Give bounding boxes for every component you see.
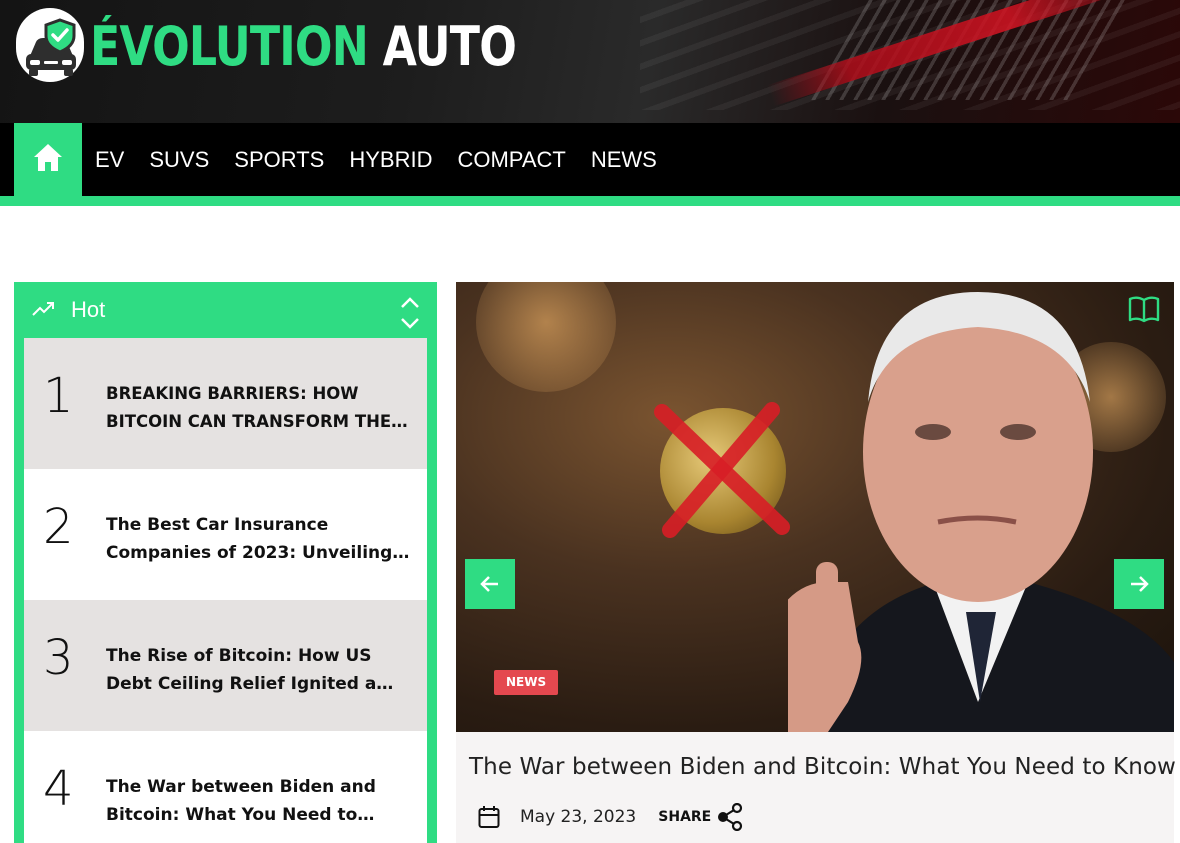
nav-item-ev[interactable]: EV (95, 147, 124, 173)
nav-item-suvs[interactable]: SUVS (149, 147, 209, 173)
hot-list-item[interactable]: 4 The War between Biden and Bitcoin: Wha… (24, 731, 427, 843)
bokeh-light (476, 282, 616, 392)
share-icon[interactable] (717, 803, 743, 831)
arrow-left-icon (480, 576, 498, 592)
hot-item-title[interactable]: The War between Biden and Bitcoin: What … (106, 773, 411, 829)
nav-item-hybrid[interactable]: HYBRID (349, 147, 432, 173)
person-photo (788, 292, 1174, 732)
share-label[interactable]: SHARE (658, 809, 711, 825)
featured-article-title[interactable]: The War between Biden and Bitcoin: What … (469, 754, 1176, 780)
header-banner: ÉVOLUTION AUTO (0, 0, 1180, 123)
book-icon[interactable] (1128, 295, 1160, 323)
site-logo-text[interactable]: ÉVOLUTION AUTO (90, 15, 517, 78)
featured-article-image[interactable] (456, 282, 1174, 732)
hot-list: 1 BREAKING BARRIERS: HOW BITCOIN CAN TRA… (24, 338, 427, 843)
home-icon (34, 144, 62, 171)
red-x-icon (654, 402, 790, 538)
nav-item-compact[interactable]: COMPACT (457, 147, 565, 173)
hot-item-title[interactable]: BREAKING BARRIERS: HOW BITCOIN CAN TRANS… (106, 380, 411, 436)
hot-item-title[interactable]: The Rise of Bitcoin: How US Debt Ceiling… (106, 642, 411, 698)
featured-article: NEWS The War between Biden and Bitcoin: … (456, 282, 1176, 843)
main-nav: EV SUVS SPORTS HYBRID COMPACT NEWS (0, 123, 1180, 196)
category-badge[interactable]: NEWS (494, 670, 559, 695)
logo-icon[interactable] (16, 8, 84, 82)
nav-items: EV SUVS SPORTS HYBRID COMPACT NEWS (82, 123, 669, 196)
hot-item-title[interactable]: The Best Car Insurance Companies of 2023… (106, 511, 411, 567)
chevron-down-icon (401, 318, 419, 329)
hot-item-rank: 3 (43, 630, 74, 686)
nav-item-sports[interactable]: SPORTS (234, 147, 324, 173)
hot-list-item[interactable]: 3 The Rise of Bitcoin: How US Debt Ceili… (24, 600, 427, 731)
slider-next-button[interactable] (1114, 559, 1164, 609)
hot-scroll-arrows (401, 297, 419, 329)
nav-home-button[interactable] (14, 123, 82, 196)
article-date: May 23, 2023 (520, 807, 637, 827)
nav-accent-bar (0, 196, 1180, 206)
article-meta: May 23, 2023 SHARE (478, 802, 743, 832)
hot-panel-title: Hot (71, 297, 106, 322)
trending-up-icon (32, 302, 54, 316)
hot-list-item[interactable]: 2 The Best Car Insurance Companies of 20… (24, 469, 427, 600)
nav-item-news[interactable]: NEWS (591, 147, 657, 173)
hot-item-rank: 4 (43, 761, 74, 817)
arrow-right-icon (1131, 576, 1149, 592)
hot-item-rank: 2 (43, 499, 74, 555)
hot-item-rank: 1 (43, 368, 74, 424)
hot-panel: Hot 1 BREAKING BARRIERS: HOW BITCOIN CAN… (14, 282, 437, 843)
hot-panel-header: Hot (14, 282, 437, 338)
hot-list-item[interactable]: 1 BREAKING BARRIERS: HOW BITCOIN CAN TRA… (24, 338, 427, 469)
logo-text-part1: ÉVOLUTION (90, 15, 369, 78)
slider-prev-button[interactable] (465, 559, 515, 609)
logo-text-part2: AUTO (382, 15, 517, 78)
calendar-icon (478, 806, 500, 828)
chevron-up-icon (401, 297, 419, 308)
